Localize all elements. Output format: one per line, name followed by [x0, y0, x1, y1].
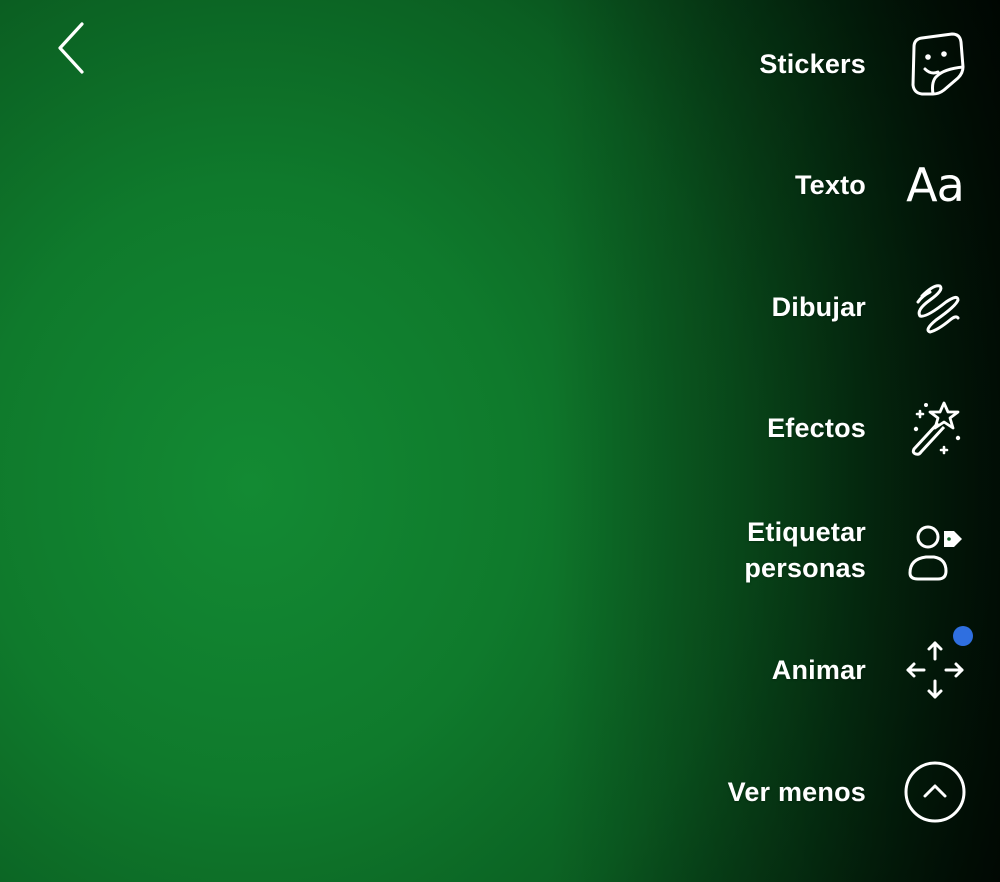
see-less-tool[interactable]: Ver menos [728, 757, 970, 827]
chevron-left-icon [58, 22, 84, 74]
chevron-up-circle-icon [900, 757, 970, 827]
back-button[interactable] [52, 18, 96, 78]
move-arrows-icon [900, 626, 973, 705]
see-less-label: Ver menos [727, 777, 866, 807]
draw-tool[interactable]: Dibujar [772, 272, 970, 342]
stickers-label: Stickers [759, 49, 866, 79]
tag-people-label-line2: personas [744, 553, 866, 583]
sticker-icon [900, 29, 970, 99]
effects-label: Efectos [767, 413, 866, 443]
effects-tool[interactable]: Efectos [767, 393, 970, 463]
text-label: Texto [794, 170, 866, 200]
tag-person-icon [900, 515, 970, 585]
tag-people-label-line1: Etiquetar [747, 517, 866, 547]
text-aa-icon: Aa [900, 150, 970, 220]
new-feature-dot [953, 626, 973, 646]
text-aa-glyph: Aa [906, 158, 965, 212]
draw-label: Dibujar [771, 292, 866, 322]
text-tool[interactable]: Texto Aa [795, 150, 970, 220]
animate-label: Animar [771, 655, 866, 685]
tag-people-label: Etiquetar personas [726, 514, 866, 586]
magic-wand-icon [900, 393, 970, 463]
stickers-tool[interactable]: Stickers [759, 29, 970, 99]
animate-tool[interactable]: Animar [771, 626, 973, 705]
tag-people-tool[interactable]: Etiquetar personas [726, 514, 970, 586]
scribble-icon [900, 272, 970, 342]
